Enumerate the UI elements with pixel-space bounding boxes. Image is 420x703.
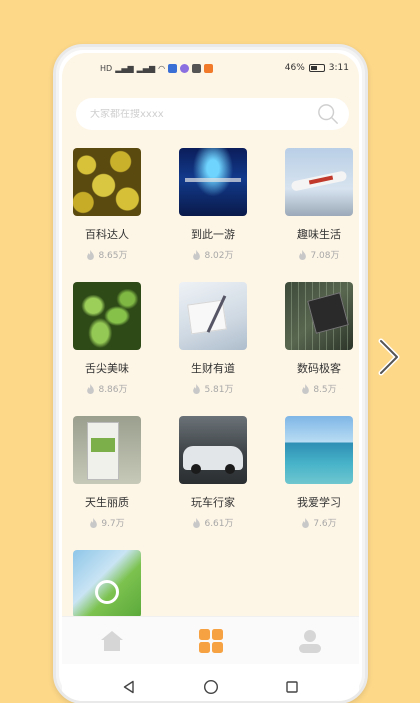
tab-bar — [62, 616, 359, 664]
card-title: 数码极客 — [297, 362, 341, 375]
view-count: 7.08万 — [310, 251, 340, 261]
status-bar: HD ▂▄▆ ▂▄▆ ◠ 46% 3:11 — [62, 53, 359, 83]
app-icon — [192, 63, 202, 73]
card-stat: 8.65万 — [62, 248, 152, 261]
finance-image — [179, 282, 247, 350]
card-title: 舌尖美味 — [85, 362, 129, 375]
category-card[interactable]: 生财有道 5.81万 — [168, 282, 258, 395]
card-stat: 9.7万 — [62, 516, 152, 529]
view-count: 7.6万 — [313, 519, 337, 529]
flame-icon — [193, 517, 201, 528]
nav-recents-button[interactable] — [277, 672, 307, 701]
beauty-product-image — [73, 416, 141, 484]
flame-icon — [302, 517, 310, 528]
hd-icon: HD — [100, 63, 113, 73]
card-title: 趣味生活 — [297, 228, 341, 241]
card-stat: 8.86万 — [62, 382, 152, 395]
category-card[interactable]: 玩车行家 6.61万 — [168, 416, 258, 529]
category-card[interactable] — [62, 550, 152, 618]
card-stat: 8.02万 — [168, 248, 258, 261]
view-count: 9.7万 — [101, 519, 125, 529]
durian-image — [73, 148, 141, 216]
status-icons: HD ▂▄▆ ▂▄▆ ◠ — [100, 63, 214, 73]
home-icon[interactable] — [99, 629, 125, 653]
recents-icon[interactable] — [285, 680, 299, 694]
card-title: 百科达人 — [85, 228, 129, 241]
flame-icon — [193, 249, 201, 260]
flame-icon — [299, 249, 307, 260]
car-image — [179, 416, 247, 484]
app-screen: HD ▂▄▆ ▂▄▆ ◠ 46% 3:11 大家都在搜xxxx 百科达人 8.6… — [62, 53, 359, 701]
search-bar[interactable] — [76, 98, 349, 130]
card-stat: 8.5万 — [274, 382, 359, 395]
view-count: 8.65万 — [98, 251, 128, 261]
airplane-image — [285, 148, 353, 216]
signal-icon: ▂▄▆ — [115, 63, 134, 73]
view-count: 8.5万 — [313, 385, 337, 395]
signal-icon: ▂▄▆ — [136, 63, 156, 73]
category-card[interactable]: 百科达人 8.65万 — [62, 148, 152, 261]
category-card[interactable]: 舌尖美味 8.86万 — [62, 282, 152, 395]
card-title: 到此一游 — [191, 228, 235, 241]
next-page-button[interactable] — [374, 334, 404, 380]
circuit-image — [285, 282, 353, 350]
tab-categories[interactable] — [191, 621, 231, 661]
flame-icon — [87, 383, 95, 394]
app-icon — [204, 63, 214, 73]
tab-profile[interactable] — [290, 621, 330, 661]
category-card[interactable]: 趣味生活 7.08万 — [274, 148, 359, 261]
category-card[interactable]: 我爱学习 7.6万 — [274, 416, 359, 529]
card-stat: 7.08万 — [274, 248, 359, 261]
search-input[interactable] — [90, 108, 310, 120]
status-right: 46% 3:11 — [285, 63, 349, 73]
card-title: 生财有道 — [191, 362, 235, 375]
flame-icon — [193, 383, 201, 394]
view-count: 8.02万 — [204, 251, 234, 261]
back-icon[interactable] — [122, 680, 136, 694]
travel-image — [179, 148, 247, 216]
view-count: 8.86万 — [98, 385, 128, 395]
card-title: 天生丽质 — [85, 496, 129, 509]
nav-back-button[interactable] — [114, 672, 144, 701]
flame-icon — [87, 249, 95, 260]
chevron-right-icon[interactable] — [376, 337, 402, 377]
card-stat: 7.6万 — [274, 516, 359, 529]
card-title: 玩车行家 — [191, 496, 235, 509]
card-stat: 5.81万 — [168, 382, 258, 395]
category-card[interactable]: 到此一游 8.02万 — [168, 148, 258, 261]
flame-icon — [302, 383, 310, 394]
recycling-image — [73, 550, 141, 618]
tab-home[interactable] — [92, 621, 132, 661]
app-icon — [180, 63, 190, 73]
seascape-image — [285, 416, 353, 484]
edamame-image — [73, 282, 141, 350]
home-circle-icon[interactable] — [203, 679, 219, 695]
view-count: 6.61万 — [204, 519, 234, 529]
search-icon[interactable] — [317, 103, 339, 125]
category-card[interactable]: 数码极客 8.5万 — [274, 282, 359, 395]
clock: 3:11 — [328, 63, 349, 73]
system-nav-bar — [62, 664, 359, 701]
user-icon[interactable] — [297, 628, 323, 654]
nav-home-button[interactable] — [196, 672, 226, 701]
grid-icon[interactable] — [198, 628, 224, 654]
flame-icon — [90, 517, 98, 528]
app-icon — [168, 63, 178, 73]
battery-percent: 46% — [284, 63, 305, 73]
card-stat: 6.61万 — [168, 516, 258, 529]
category-card[interactable]: 天生丽质 9.7万 — [62, 416, 152, 529]
battery-icon — [308, 64, 325, 72]
view-count: 5.81万 — [204, 385, 234, 395]
card-title: 我爱学习 — [297, 496, 341, 509]
phone-frame: HD ▂▄▆ ▂▄▆ ◠ 46% 3:11 大家都在搜xxxx 百科达人 8.6… — [53, 44, 368, 703]
wifi-icon: ◠ — [158, 63, 166, 73]
